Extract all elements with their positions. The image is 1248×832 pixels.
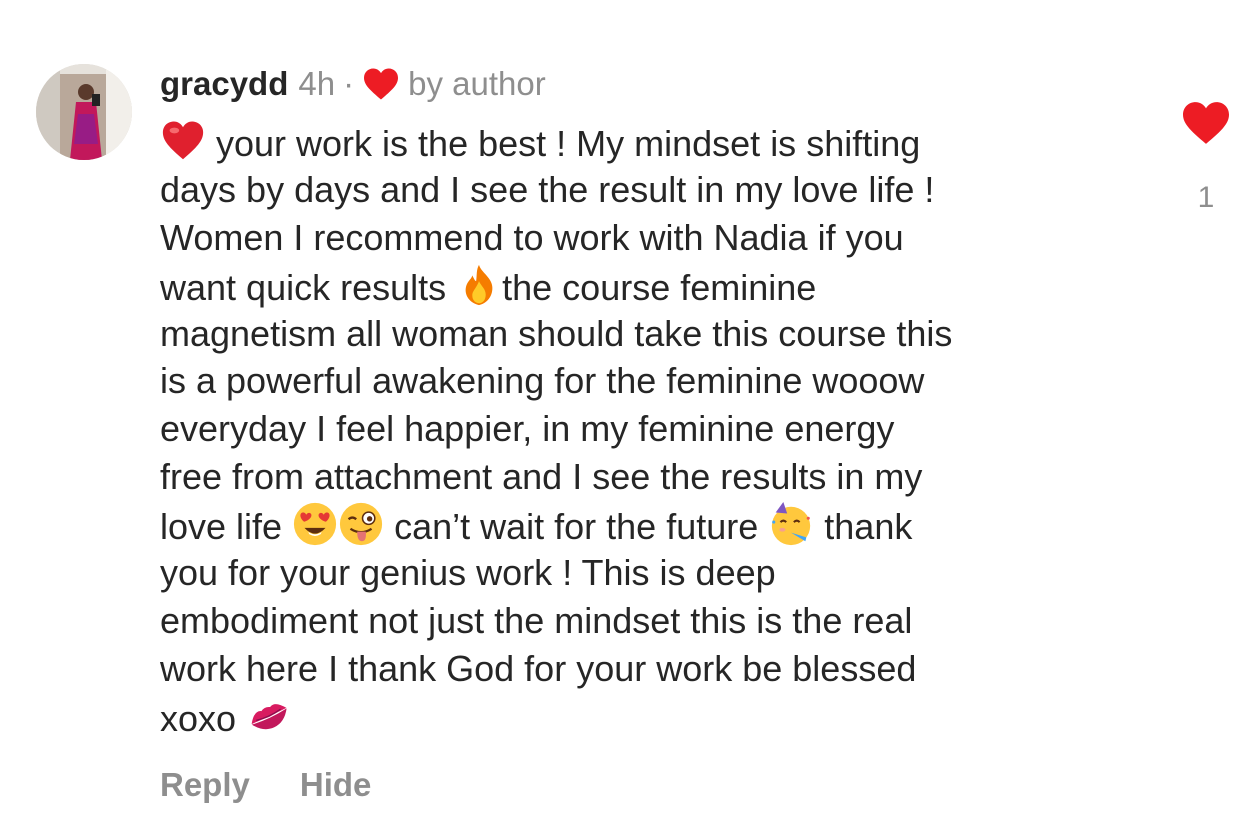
separator: ·: [343, 65, 355, 102]
comment-line: work here I thank God for your work be b…: [160, 647, 917, 689]
fire-emoji-icon: [456, 262, 502, 308]
comment-line: xoxo: [160, 693, 1140, 741]
liked-by-author-label: by author: [408, 65, 546, 102]
comment-line-text: love life: [160, 506, 293, 548]
comment-actions: Reply Hide: [160, 766, 371, 804]
comment-header: gracydd 4h · by author: [160, 62, 546, 106]
comment-text: your work is the best ! My mindset is sh…: [160, 118, 1140, 741]
comment-line-text: the course feminine: [502, 266, 817, 308]
like-column: 1: [1176, 100, 1236, 215]
comment-line-text: your work is the best ! My mindset is sh…: [206, 123, 921, 164]
heart-eyes-emoji-icon: [292, 501, 338, 547]
comment-line: Women I recommend to work with Nadia if …: [160, 216, 904, 258]
timestamp: 4h: [298, 65, 336, 102]
username[interactable]: gracydd: [160, 65, 288, 103]
comment-line: want quick results the course feminine: [160, 262, 1140, 310]
heart-emoji-icon: [160, 118, 206, 164]
comment-line-text: can’t wait for the future: [384, 506, 769, 548]
comment-line: magnetism all woman should take this cou…: [160, 312, 953, 354]
comment-line-text: xoxo: [160, 697, 247, 739]
kiss-mark-emoji-icon: [246, 693, 292, 739]
reply-button[interactable]: Reply: [160, 766, 250, 804]
comment-line: embodiment not just the mindset this is …: [160, 599, 913, 641]
comment-line: free from attachment and I see the resul…: [160, 456, 923, 498]
comment-line: days by days and I see the result in my …: [160, 168, 935, 210]
comment-line-text: thank: [814, 506, 913, 548]
comment-line: everyday I feel happier, in my feminine …: [160, 408, 895, 450]
comment-line: is a powerful awakening for the feminine…: [160, 360, 925, 402]
comment-line: you for your genius work ! This is deep: [160, 552, 776, 594]
liked-by-author-heart-icon: [364, 68, 399, 100]
winking-tongue-emoji-icon: [338, 501, 384, 547]
comment-line: love life can’t wait for the future than…: [160, 501, 1140, 549]
comment-line-text: want quick results: [160, 266, 457, 308]
like-count: 1: [1197, 181, 1215, 214]
partying-face-emoji-icon: [768, 501, 814, 547]
avatar[interactable]: [36, 64, 132, 160]
like-heart-icon[interactable]: [1180, 100, 1232, 146]
comment-container: gracydd 4h · by author your work is the …: [0, 0, 1248, 832]
hide-button[interactable]: Hide: [300, 766, 372, 804]
comment-line: your work is the best ! My mindset is sh…: [160, 118, 1140, 166]
